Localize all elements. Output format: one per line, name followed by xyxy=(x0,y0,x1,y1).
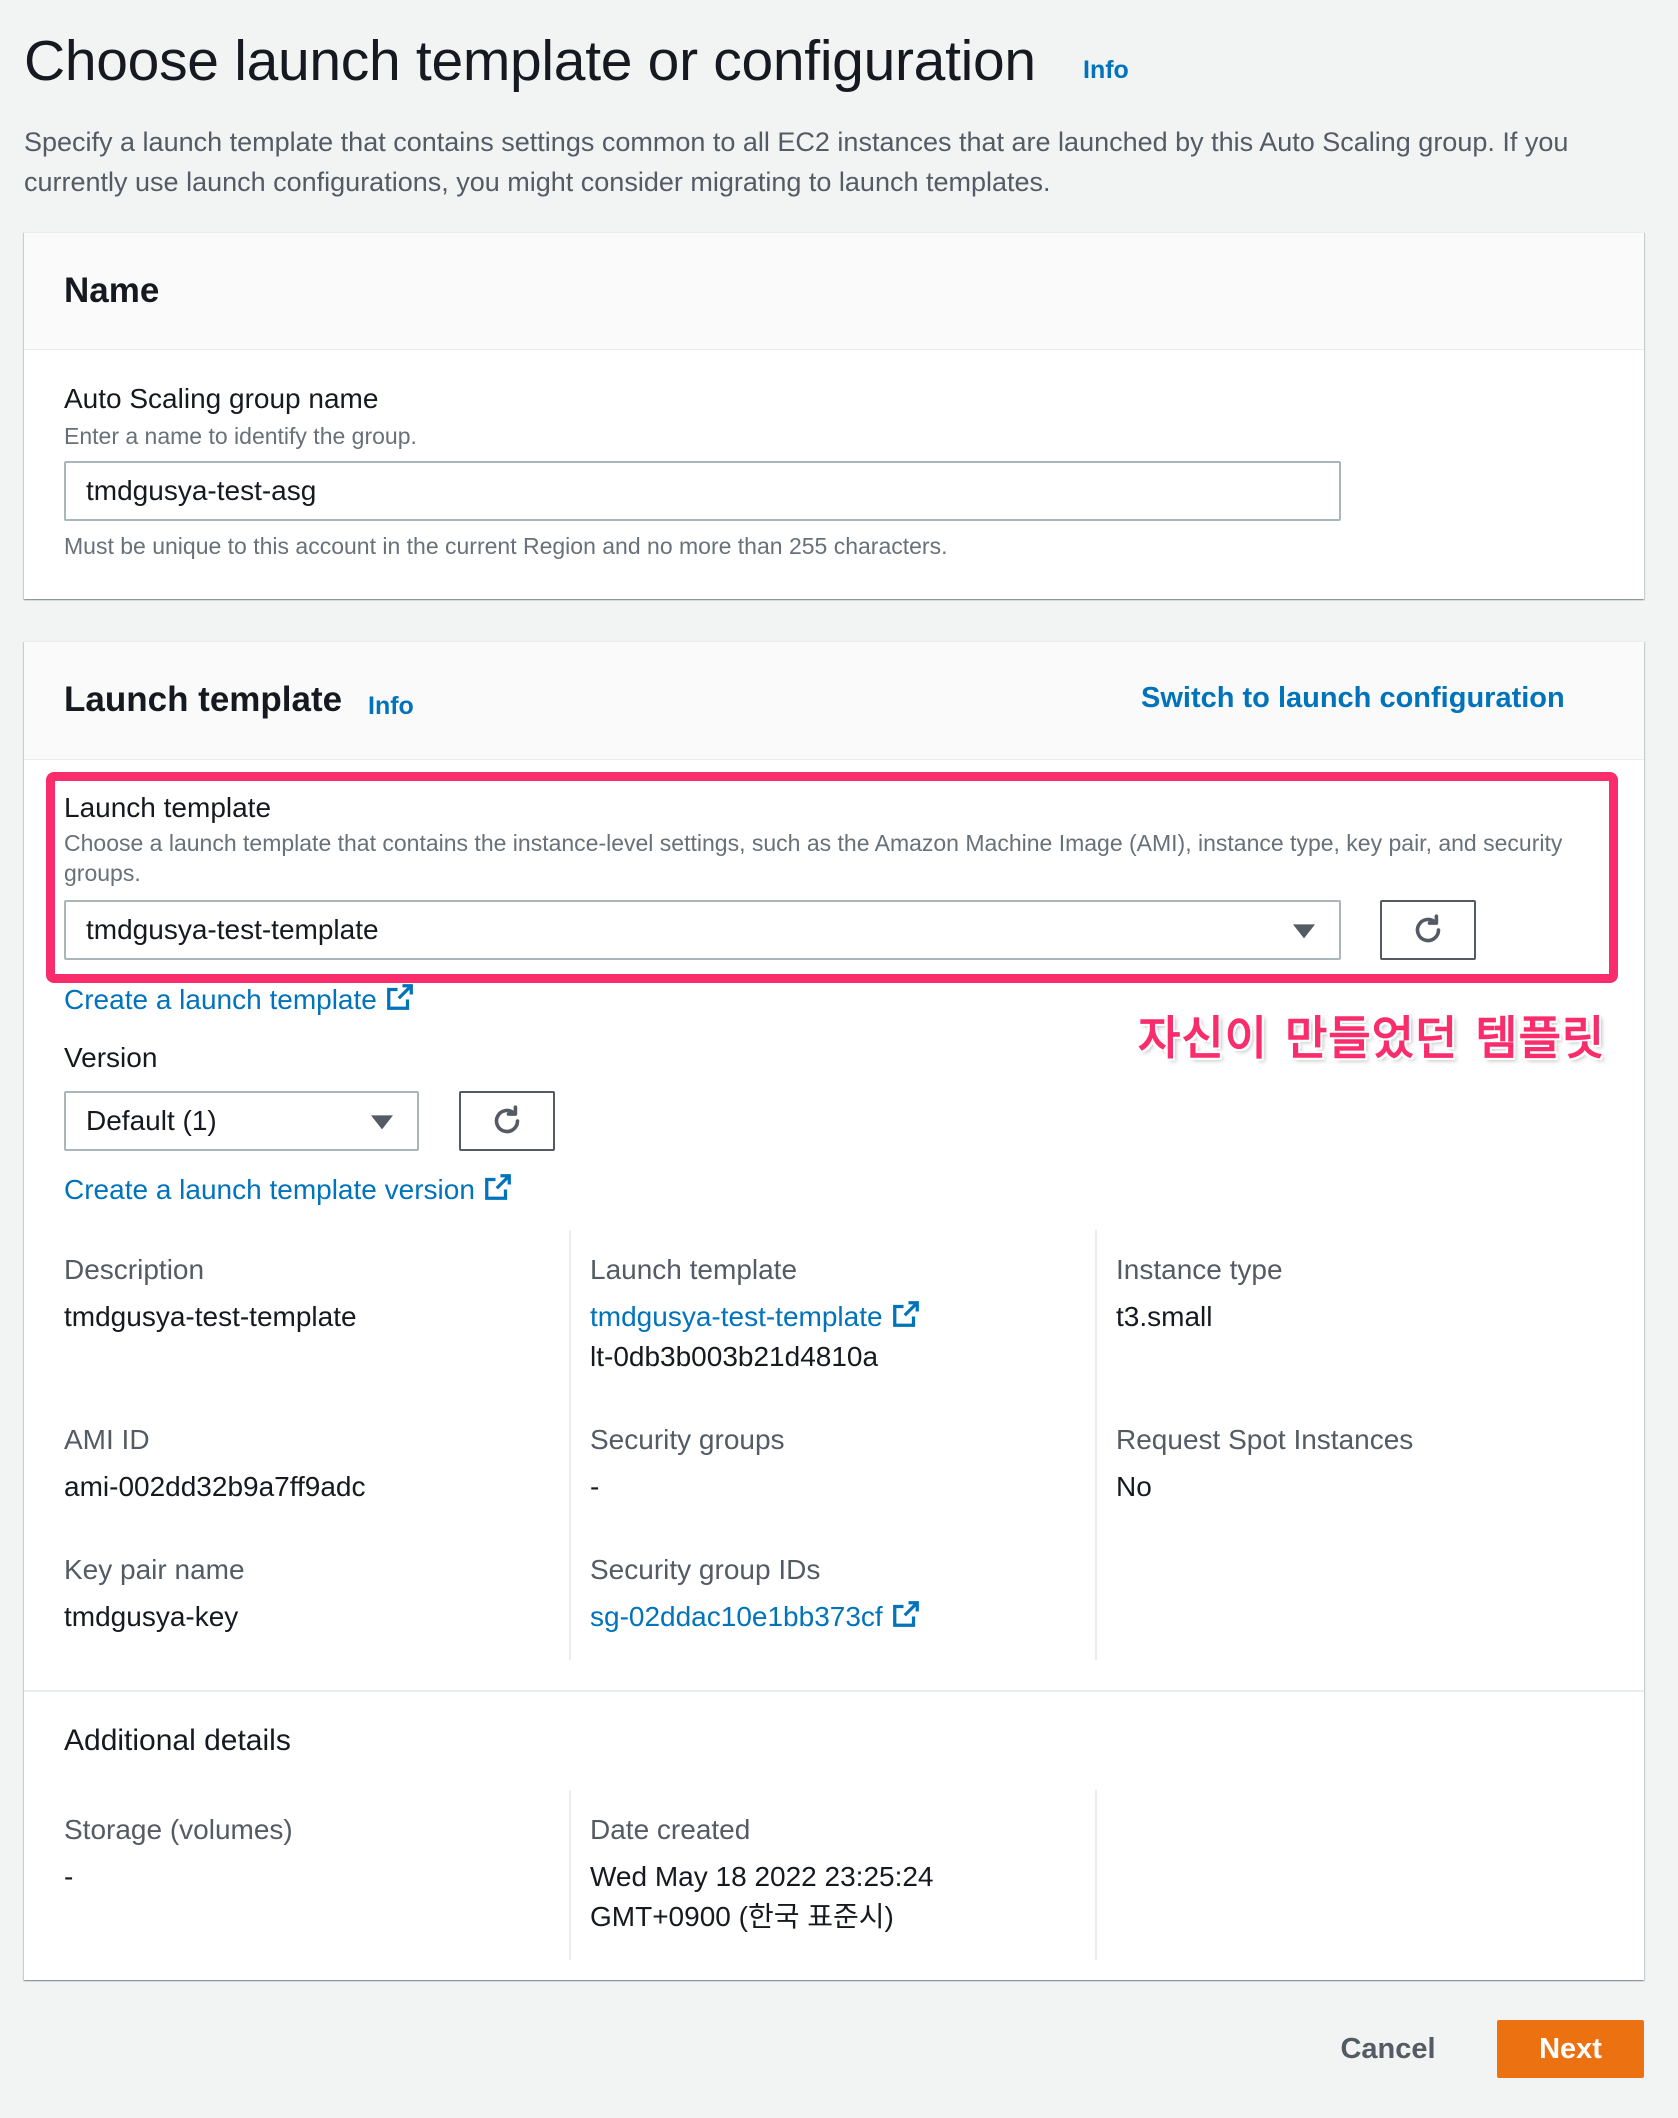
launch-template-detail-link-label: tmdgusya-test-template xyxy=(590,1301,883,1332)
date-created-line2: GMT+0900 (한국 표준시) xyxy=(590,1901,894,1932)
launch-template-panel-header: Launch template Info Switch to launch co… xyxy=(24,642,1644,760)
security-group-id-link[interactable]: sg-02ddac10e1bb373cf xyxy=(590,1597,921,1642)
instance-type-key: Instance type xyxy=(1116,1254,1283,1285)
instance-type-value: t3.small xyxy=(1116,1301,1213,1332)
launch-template-panel-title: Launch template xyxy=(64,680,343,719)
version-label: Version xyxy=(64,1042,158,1073)
launch-template-detail-link[interactable]: tmdgusya-test-template xyxy=(590,1297,921,1342)
next-button[interactable]: Next xyxy=(1497,2020,1644,2078)
refresh-icon xyxy=(494,1105,520,1134)
launch-template-id: lt-0db3b003b21d4810a xyxy=(590,1341,879,1372)
refresh-versions-button[interactable] xyxy=(459,1091,555,1151)
switch-to-launch-configuration-link[interactable]: Switch to launch configuration xyxy=(1141,682,1565,715)
column-divider xyxy=(569,1230,571,1660)
external-link-icon xyxy=(485,1174,511,1200)
additional-details-divider xyxy=(24,1690,1644,1692)
security-groups-value: - xyxy=(590,1471,600,1502)
storage-value: - xyxy=(64,1861,74,1892)
name-panel-header: Name xyxy=(24,233,1644,350)
key-pair-value: tmdgusya-key xyxy=(64,1601,239,1632)
annotation-label: 자신이 만들었던 템플릿 xyxy=(1138,1011,1606,1065)
date-created-key: Date created xyxy=(590,1814,751,1845)
request-spot-key: Request Spot Instances xyxy=(1116,1424,1414,1455)
ami-id-key: AMI ID xyxy=(64,1424,150,1455)
asg-name-constraint: Must be unique to this account in the cu… xyxy=(64,533,948,559)
additional-details-title: Additional details xyxy=(64,1724,291,1757)
asg-name-input[interactable]: tmdgusya-test-asg xyxy=(64,461,1341,521)
create-launch-template-label: Create a launch template xyxy=(64,984,377,1015)
column-divider xyxy=(1095,1230,1097,1660)
page-title: Choose launch template or configuration xyxy=(24,29,1036,93)
request-spot-value: No xyxy=(1116,1471,1152,1502)
create-launch-template-version-link[interactable]: Create a launch template version xyxy=(64,1172,513,1206)
security-group-ids-key: Security group IDs xyxy=(590,1554,821,1585)
column-divider xyxy=(569,1790,571,1960)
name-panel: Name Auto Scaling group name Enter a nam… xyxy=(24,232,1644,599)
launch-template-info-link[interactable]: Info xyxy=(368,692,414,721)
key-pair-key: Key pair name xyxy=(64,1554,245,1585)
page-description: Specify a launch template that contains … xyxy=(24,127,1569,197)
asg-name-value: tmdgusya-test-asg xyxy=(86,475,317,506)
asg-name-label: Auto Scaling group name xyxy=(64,383,379,414)
version-select[interactable]: Default (1) xyxy=(64,1091,419,1151)
page-info-link[interactable]: Info xyxy=(1083,56,1129,85)
version-select-value: Default (1) xyxy=(86,1105,217,1136)
external-link-icon xyxy=(386,984,413,1010)
security-groups-key: Security groups xyxy=(590,1424,785,1455)
cancel-button[interactable]: Cancel xyxy=(1318,2020,1458,2078)
launch-template-detail-key: Launch template xyxy=(590,1254,798,1285)
external-link-icon xyxy=(892,1601,919,1627)
name-panel-title: Name xyxy=(64,271,160,310)
column-divider xyxy=(1095,1790,1097,1960)
description-value: tmdgusya-test-template xyxy=(64,1301,357,1332)
create-version-label: Create a launch template version xyxy=(64,1174,475,1205)
storage-key: Storage (volumes) xyxy=(64,1814,293,1845)
chevron-down-icon xyxy=(371,1115,393,1130)
external-link-icon xyxy=(892,1301,919,1327)
highlight-box xyxy=(46,772,1618,983)
date-created-line1: Wed May 18 2022 23:25:24 xyxy=(590,1861,934,1892)
create-launch-template-link[interactable]: Create a launch template xyxy=(64,982,415,1016)
security-group-id-label: sg-02ddac10e1bb373cf xyxy=(590,1601,883,1632)
description-key: Description xyxy=(64,1254,205,1285)
asg-name-hint: Enter a name to identify the group. xyxy=(64,423,417,449)
ami-id-value: ami-002dd32b9a7ff9adc xyxy=(64,1471,366,1502)
